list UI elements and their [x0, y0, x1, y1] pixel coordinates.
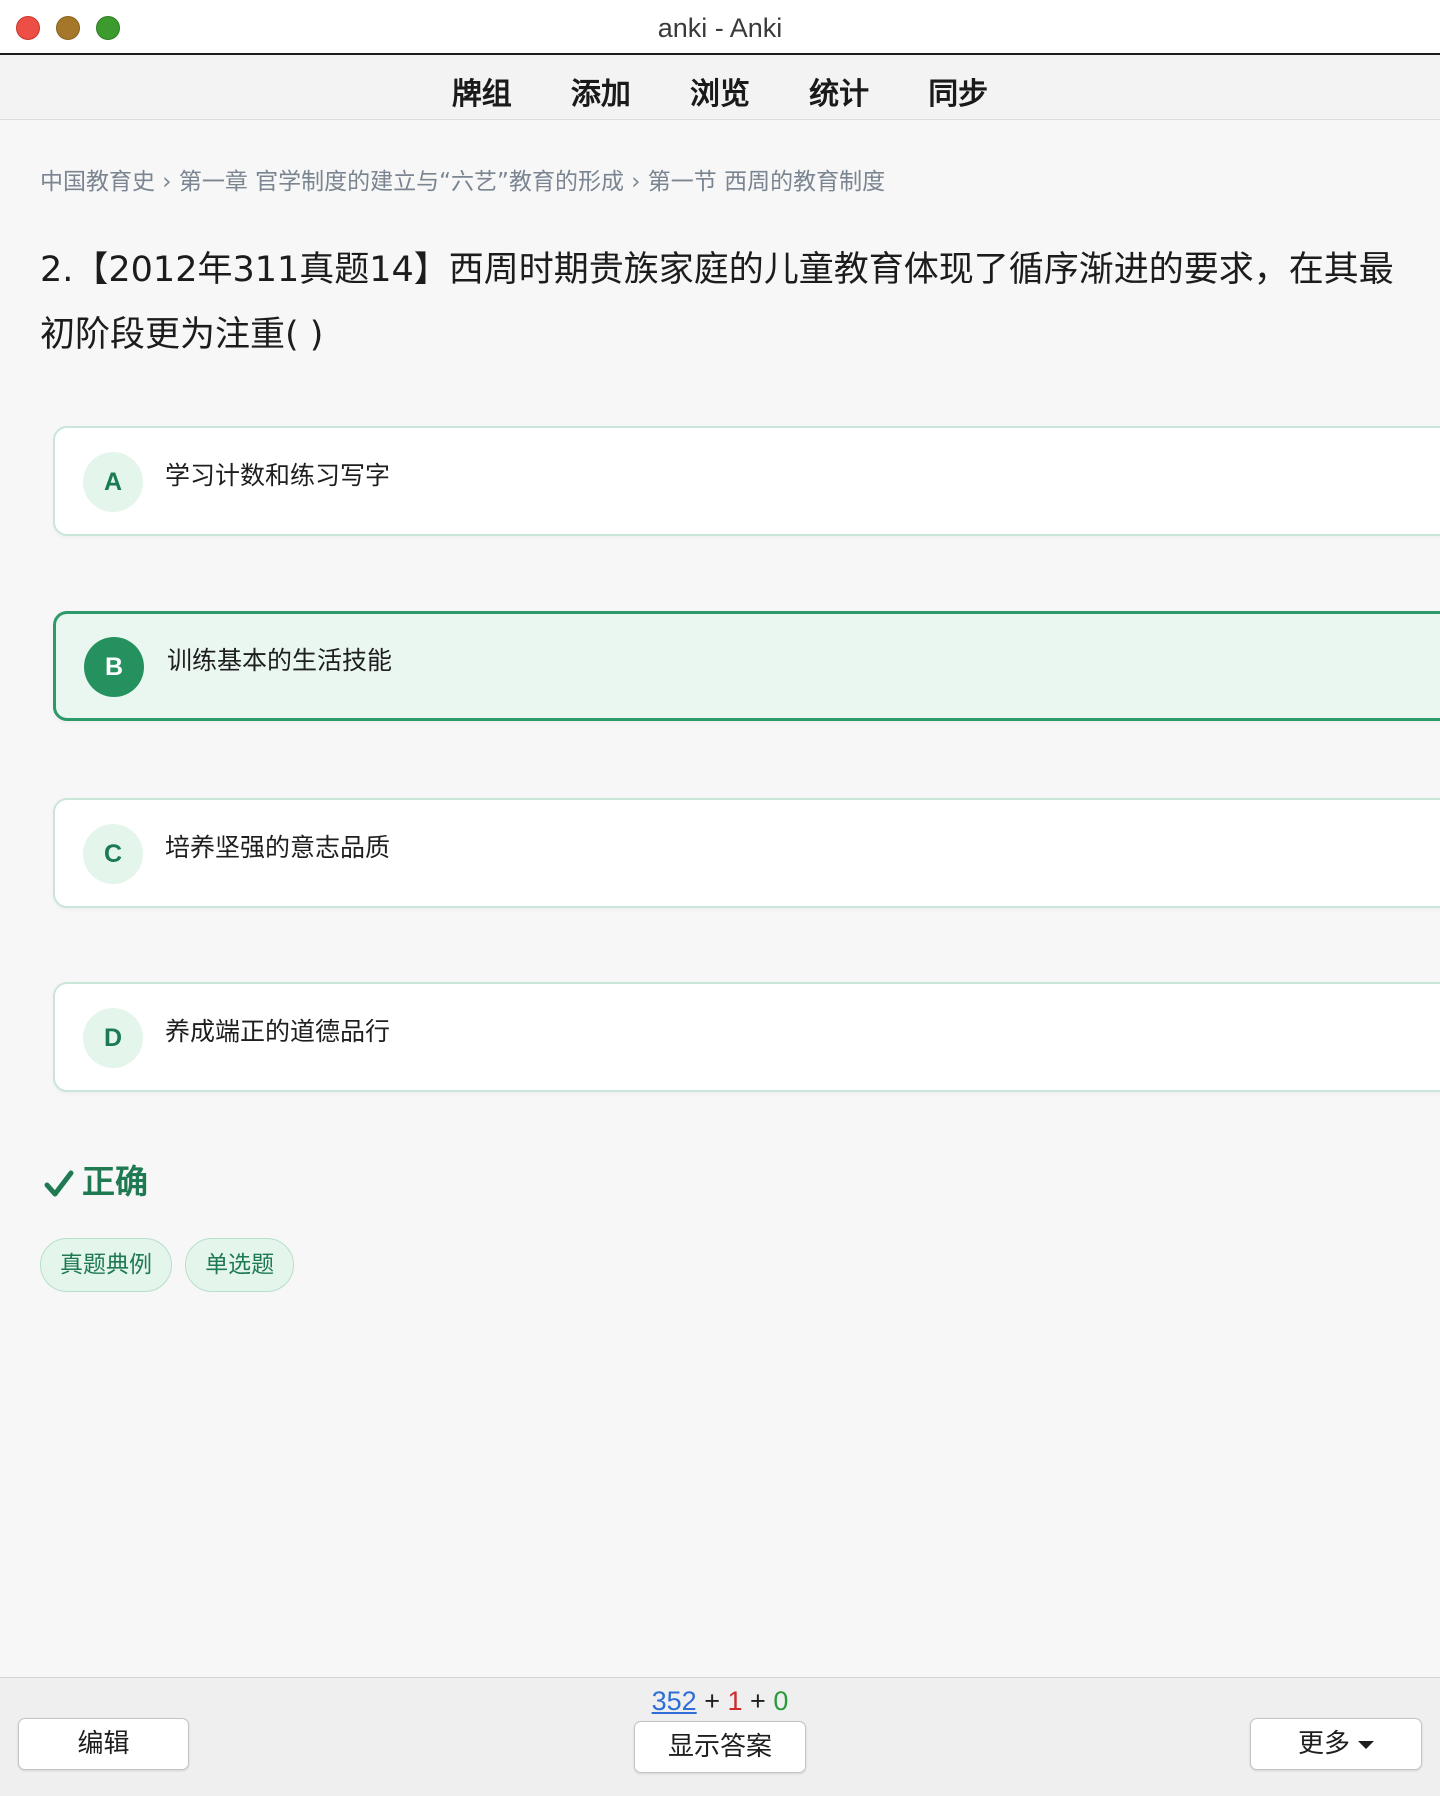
learn-count: 1 [727, 1686, 743, 1716]
more-button-label: 更多 [1297, 1729, 1350, 1759]
toolbar-add[interactable]: 添加 [571, 69, 631, 113]
checkmark-icon [44, 1168, 74, 1207]
toolbar-decks[interactable]: 牌组 [452, 69, 512, 113]
card-content: 中国教育史 › 第一章 官学制度的建立与“六艺”教育的形成 › 第一节 西周的教… [0, 120, 1440, 1677]
option-text: 培养坚强的意志品质 [165, 833, 391, 862]
option-text: 养成端正的道德品行 [165, 1017, 391, 1046]
option-letter-badge: C [83, 824, 143, 884]
option-b[interactable]: B 训练基本的生活技能 [53, 611, 1440, 721]
main-toolbar: 牌组 添加 浏览 统计 同步 [0, 55, 1440, 120]
result-indicator: 正确 [44, 1155, 148, 1207]
question-text: 2.【2012年311真题14】西周时期贵族家庭的儿童教育体现了循序渐进的要求，… [40, 250, 1394, 355]
option-letter-badge: D [83, 1008, 143, 1068]
breadcrumb: 中国教育史 › 第一章 官学制度的建立与“六艺”教育的形成 › 第一节 西周的教… [40, 169, 886, 195]
option-text: 训练基本的生活技能 [167, 646, 393, 675]
tag-chip[interactable]: 真题典例 [40, 1238, 172, 1292]
option-d[interactable]: D 养成端正的道德品行 [53, 982, 1440, 1092]
option-letter-badge: B [84, 637, 144, 697]
toolbar-stats[interactable]: 统计 [809, 69, 869, 113]
window-title: anki - Anki [657, 13, 783, 43]
show-answer-label: 显示答案 [667, 1732, 772, 1762]
review-count: 0 [773, 1686, 789, 1716]
result-label: 正确 [82, 1162, 148, 1201]
option-c[interactable]: C 培养坚强的意志品质 [53, 798, 1440, 908]
edit-button[interactable]: 编辑 [18, 1718, 189, 1770]
new-count[interactable]: 352 [652, 1686, 697, 1716]
count-separator: + [750, 1686, 766, 1716]
due-counts: 352 + 1 + 0 [0, 1686, 1440, 1717]
caret-down-icon [1358, 1741, 1374, 1749]
show-answer-button[interactable]: 显示答案 [634, 1721, 806, 1773]
tag-chip[interactable]: 单选题 [185, 1238, 295, 1292]
count-separator: + [704, 1686, 720, 1716]
more-button[interactable]: 更多 [1250, 1718, 1422, 1770]
toolbar-sync[interactable]: 同步 [928, 69, 988, 113]
title-bar: anki - Anki [0, 0, 1440, 55]
toolbar-browse[interactable]: 浏览 [690, 69, 750, 113]
edit-button-label: 编辑 [77, 1729, 130, 1759]
review-bottom-bar: 352 + 1 + 0 编辑 显示答案 更多 [0, 1677, 1440, 1796]
option-text: 学习计数和练习写字 [165, 461, 391, 490]
option-letter-badge: A [83, 452, 143, 512]
option-a[interactable]: A 学习计数和练习写字 [53, 426, 1440, 536]
tag-list: 真题典例 单选题 [40, 1238, 302, 1292]
